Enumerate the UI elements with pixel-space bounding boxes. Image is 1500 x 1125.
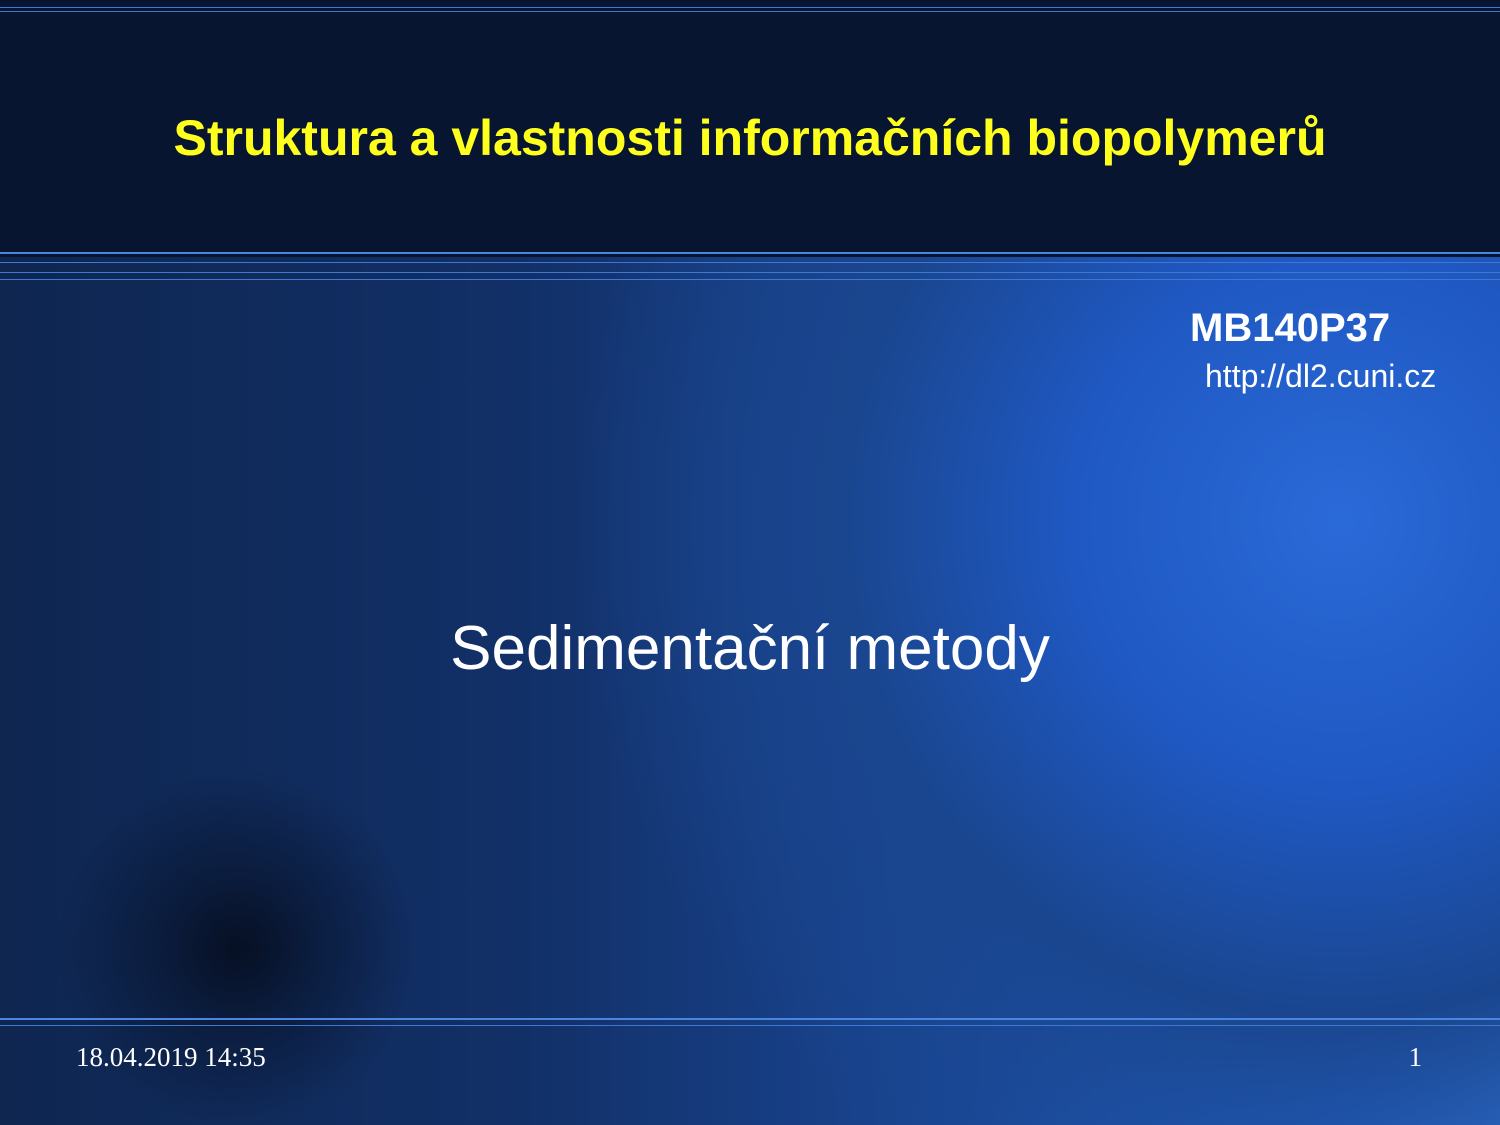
header-divider-line (0, 279, 1500, 280)
footer-divider-line (0, 1025, 1500, 1026)
top-divider-line (0, 7, 1500, 8)
course-code: MB140P37 (1190, 306, 1391, 350)
page-number: 1 (1408, 1042, 1423, 1072)
top-divider-line (0, 11, 1500, 12)
header-divider-line (0, 272, 1500, 273)
slide: Struktura a vlastnosti informačních biop… (0, 0, 1500, 1125)
header-divider-line (0, 252, 1500, 254)
header-divider-line (0, 262, 1500, 263)
footer-date: 18.04.2019 14:35 (76, 1042, 266, 1072)
slide-title: Struktura a vlastnosti informačních biop… (173, 110, 1327, 166)
footer-divider-line (0, 1018, 1500, 1020)
slide-subtitle: Sedimentační metody (450, 614, 1050, 683)
course-url: http://dl2.cuni.cz (1205, 358, 1437, 394)
